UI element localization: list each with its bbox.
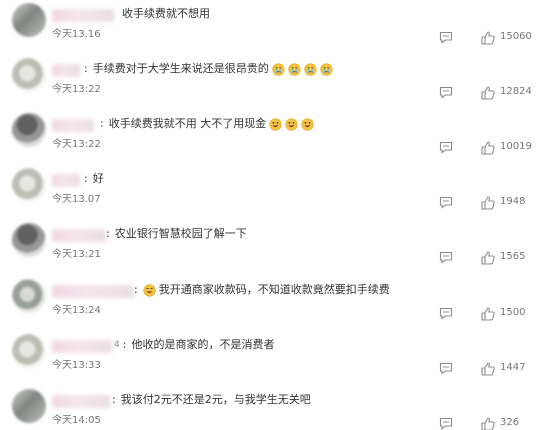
like-icon[interactable] <box>480 86 496 100</box>
comment-item: : 我开通商家收款码，不知道收款竟然要扣手续费 今天13:24 1500 <box>0 276 550 332</box>
avatar[interactable] <box>12 279 46 313</box>
comment-colon: : <box>106 227 110 240</box>
like-icon[interactable] <box>480 417 496 430</box>
like-count: 326 <box>500 417 520 428</box>
comment-text-row: 4 : 他收的是商家的，不是消费者 <box>114 336 274 354</box>
comment-colon: : <box>134 283 138 296</box>
comment-text: 好 <box>92 172 104 185</box>
comment-text: 手续费对于大学生来说还是很昂贵的 <box>92 62 269 75</box>
comment-icon[interactable] <box>439 307 453 320</box>
comment-item: : 手续费对于大学生来说还是很昂贵的 今天13:22 12824 <box>0 55 550 111</box>
comment-text-row: : 我该付2元不还是2元，与我学生无关吧 <box>112 391 311 409</box>
avatar[interactable] <box>12 223 46 257</box>
comment-item: 4 : 他收的是商家的，不是消费者 今天13:33 1447 <box>0 331 550 387</box>
blurred-username[interactable] <box>52 395 110 408</box>
comment-text-row: 收手续费就不想用 <box>122 5 210 23</box>
like-count: 1447 <box>500 362 526 373</box>
avatar[interactable] <box>12 334 46 368</box>
like-count: 15060 <box>500 31 532 42</box>
avatar[interactable] <box>12 113 46 147</box>
comment-time: 今天13.16 <box>52 29 101 40</box>
avatar[interactable] <box>12 168 46 202</box>
comment-colon: : <box>122 338 127 351</box>
comment-text: 我开通商家收款码，不知道收款竟然要扣手续费 <box>158 283 390 296</box>
like-count: 1948 <box>500 196 526 207</box>
comment-text-row: : 手续费对于大学生来说还是很昂贵的 <box>84 60 333 78</box>
comment-item: : 我该付2元不还是2元，与我学生无关吧 今天14:05 326 <box>0 386 550 430</box>
comment-text: 他收的是商家的，不是消费者 <box>131 338 275 351</box>
comment-icon[interactable] <box>439 141 453 154</box>
comment-time: 今天13:33 <box>52 360 101 371</box>
comment-text-row: : 我开通商家收款码，不知道收款竟然要扣手续费 <box>134 281 390 299</box>
cry-emoji <box>304 62 317 76</box>
blurred-username[interactable] <box>52 229 106 242</box>
laugh-emoji <box>285 117 298 131</box>
like-count: 10019 <box>500 141 532 152</box>
comment-time: 今天13:24 <box>52 305 101 316</box>
blurred-username[interactable] <box>52 64 80 77</box>
cry-emoji <box>288 62 301 76</box>
comment-text-row: : 农业银行智慧校园了解一下 <box>106 225 247 243</box>
sweat-laugh-emoji <box>143 283 156 297</box>
cry-emoji <box>272 62 285 76</box>
comment-colon: : <box>100 117 104 130</box>
comment-icon[interactable] <box>439 196 453 209</box>
comment-list: 收手续费就不想用 今天13.16 15060 : 手续费对于大学生来说还是很昂贵… <box>0 0 550 430</box>
blurred-username[interactable] <box>52 174 80 187</box>
comment-text-row: : 好 <box>84 170 104 188</box>
laugh-emoji <box>269 117 282 131</box>
like-icon[interactable] <box>480 196 496 210</box>
comment-item: : 收手续费我就不用 大不了用现金 今天13:22 10019 <box>0 110 550 166</box>
like-count: 1500 <box>500 307 526 318</box>
comment-icon[interactable] <box>439 417 453 430</box>
comment-colon: : <box>84 62 88 75</box>
comment-colon: : <box>84 172 88 185</box>
avatar[interactable] <box>12 58 46 92</box>
blurred-username[interactable] <box>52 9 114 22</box>
like-icon[interactable] <box>480 31 496 45</box>
comment-icon[interactable] <box>439 251 453 264</box>
comment-text-row: : 收手续费我就不用 大不了用现金 <box>100 115 314 133</box>
comment-time: 今天13.07 <box>52 194 101 205</box>
cry-emoji <box>320 62 333 76</box>
username-suffix: 4 <box>114 340 120 350</box>
laugh-emoji <box>301 117 314 131</box>
comment-text: 我该付2元不还是2元，与我学生无关吧 <box>120 393 311 406</box>
comment-time: 今天14:05 <box>52 415 101 426</box>
like-icon[interactable] <box>480 251 496 265</box>
like-count: 12824 <box>500 86 532 97</box>
avatar[interactable] <box>12 389 46 423</box>
comment-time: 今天13:21 <box>52 249 101 260</box>
comment-item: : 农业银行智慧校园了解一下 今天13:21 1565 <box>0 220 550 276</box>
blurred-username[interactable] <box>52 340 112 353</box>
comment-icon[interactable] <box>439 31 453 44</box>
comment-text: 农业银行智慧校园了解一下 <box>114 227 247 240</box>
like-icon[interactable] <box>480 307 496 321</box>
blurred-username[interactable] <box>52 119 94 132</box>
comment-icon[interactable] <box>439 86 453 99</box>
comment-icon[interactable] <box>439 362 453 375</box>
like-icon[interactable] <box>480 141 496 155</box>
comment-colon: : <box>112 393 116 406</box>
avatar[interactable] <box>12 3 46 37</box>
like-icon[interactable] <box>480 362 496 376</box>
comment-text: 收手续费我就不用 大不了用现金 <box>108 117 267 130</box>
comment-time: 今天13:22 <box>52 139 101 150</box>
blurred-username[interactable] <box>52 285 134 298</box>
comment-item: 收手续费就不想用 今天13.16 15060 <box>0 0 550 56</box>
like-count: 1565 <box>500 251 526 262</box>
comment-text: 收手续费就不想用 <box>122 7 210 20</box>
comment-item: : 好 今天13.07 1948 <box>0 165 550 221</box>
comment-time: 今天13:22 <box>52 84 101 95</box>
